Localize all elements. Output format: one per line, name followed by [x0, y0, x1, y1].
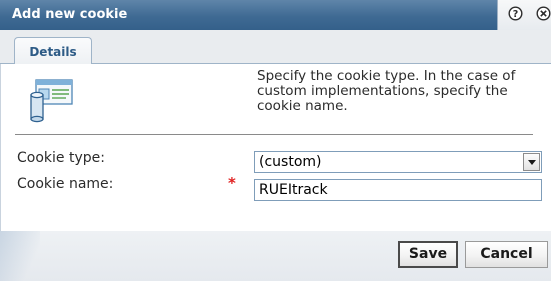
dialog-titlebar: Add new cookie [0, 0, 551, 30]
cookie-type-select[interactable]: (custom) [254, 151, 542, 173]
cookie-name-label: Cookie name: [17, 176, 114, 192]
required-marker: * [228, 174, 236, 192]
cookie-icon [30, 79, 73, 123]
cookie-name-input[interactable] [254, 179, 542, 201]
tab-details[interactable]: Details [14, 37, 92, 64]
cookie-type-label: Cookie type: [17, 150, 105, 166]
tab-details-label: Details [29, 45, 77, 59]
description-text: Specify the cookie type. In the case of … [257, 68, 516, 114]
titlebar-controls: ? [497, 0, 551, 30]
section-divider [15, 134, 533, 135]
svg-text:?: ? [513, 9, 519, 20]
add-cookie-dialog: Add new cookie ? Details Specify the coo… [0, 0, 551, 281]
cookie-type-value: (custom) [259, 154, 322, 170]
cancel-button[interactable]: Cancel [465, 241, 548, 268]
help-icon[interactable]: ? [508, 6, 523, 21]
tab-strip: Details [0, 30, 551, 64]
close-icon[interactable] [536, 6, 551, 21]
chevron-down-icon[interactable] [523, 153, 540, 171]
footer-decoration [0, 231, 40, 281]
tab-divider-gap [15, 63, 91, 64]
dialog-title: Add new cookie [12, 7, 128, 22]
save-button[interactable]: Save [398, 241, 458, 268]
